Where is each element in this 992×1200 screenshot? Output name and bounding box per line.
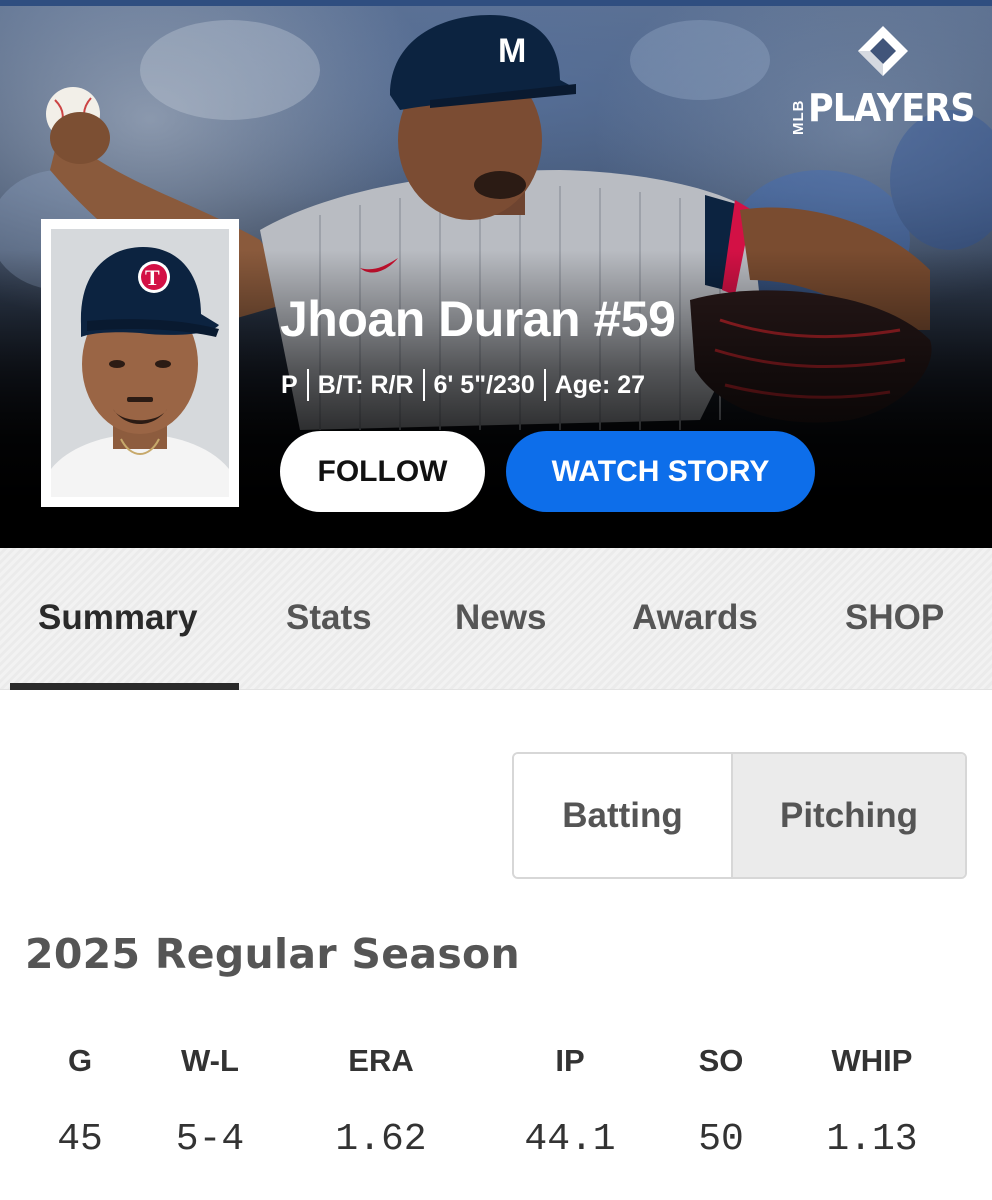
stat-header-whip: WHIP <box>831 1043 913 1078</box>
player-position: P <box>281 370 298 399</box>
season-title: 2025 Regular Season <box>25 930 520 978</box>
tab-shop[interactable]: SHOP <box>845 598 944 638</box>
svg-text:M: M <box>498 32 526 70</box>
watch-story-button[interactable]: WATCH STORY <box>506 431 815 512</box>
tab-stats[interactable]: Stats <box>286 598 372 638</box>
tab-news[interactable]: News <box>455 598 546 638</box>
player-height-weight: 6' 5"/230 <box>433 370 535 399</box>
meta-divider <box>543 369 546 401</box>
stat-value-whip: 1.13 <box>826 1118 918 1161</box>
stat-value-so: 50 <box>698 1118 744 1161</box>
headshot-illustration: T <box>51 229 229 497</box>
stat-value-wl: 5-4 <box>175 1118 245 1161</box>
stat-value-ip: 44.1 <box>524 1118 616 1161</box>
profile-tabs: Summary Stats News Awards SHOP <box>0 548 992 690</box>
active-tab-indicator <box>10 683 239 690</box>
logo-players-text: PLAYERS <box>808 86 975 130</box>
stat-header-wl: W-L <box>181 1043 239 1078</box>
follow-button[interactable]: FOLLOW <box>280 431 485 512</box>
tab-awards[interactable]: Awards <box>632 598 758 638</box>
pitching-toggle-button[interactable]: Pitching <box>733 754 965 877</box>
tab-summary[interactable]: Summary <box>38 598 198 638</box>
svg-text:T: T <box>145 265 160 290</box>
player-meta: P B/T: R/R 6' 5"/230 Age: 27 <box>281 369 645 401</box>
player-age: Age: 27 <box>554 370 646 399</box>
player-bats-throws: B/T: R/R <box>317 370 414 399</box>
stat-header-ip: IP <box>555 1043 585 1078</box>
stat-header-so: SO <box>698 1043 744 1078</box>
batting-toggle-button[interactable]: Batting <box>514 754 733 877</box>
batting-pitching-toggle: Batting Pitching <box>512 752 967 879</box>
player-hero: M MLB PLAYERS T Jhoan Duran #59 P B/T: R… <box>0 0 992 548</box>
headshot-photo: T <box>51 229 229 497</box>
meta-divider <box>422 369 425 401</box>
logo-mlb-text: MLB <box>790 99 807 135</box>
player-headshot: T <box>41 219 239 507</box>
stat-value-era: 1.62 <box>335 1118 427 1161</box>
mlb-players-logo: MLB PLAYERS <box>790 24 980 135</box>
stat-header-era: ERA <box>348 1043 414 1078</box>
meta-divider <box>306 369 309 401</box>
player-name: Jhoan Duran #59 <box>280 291 676 347</box>
players-logo-mark-icon <box>858 26 908 76</box>
